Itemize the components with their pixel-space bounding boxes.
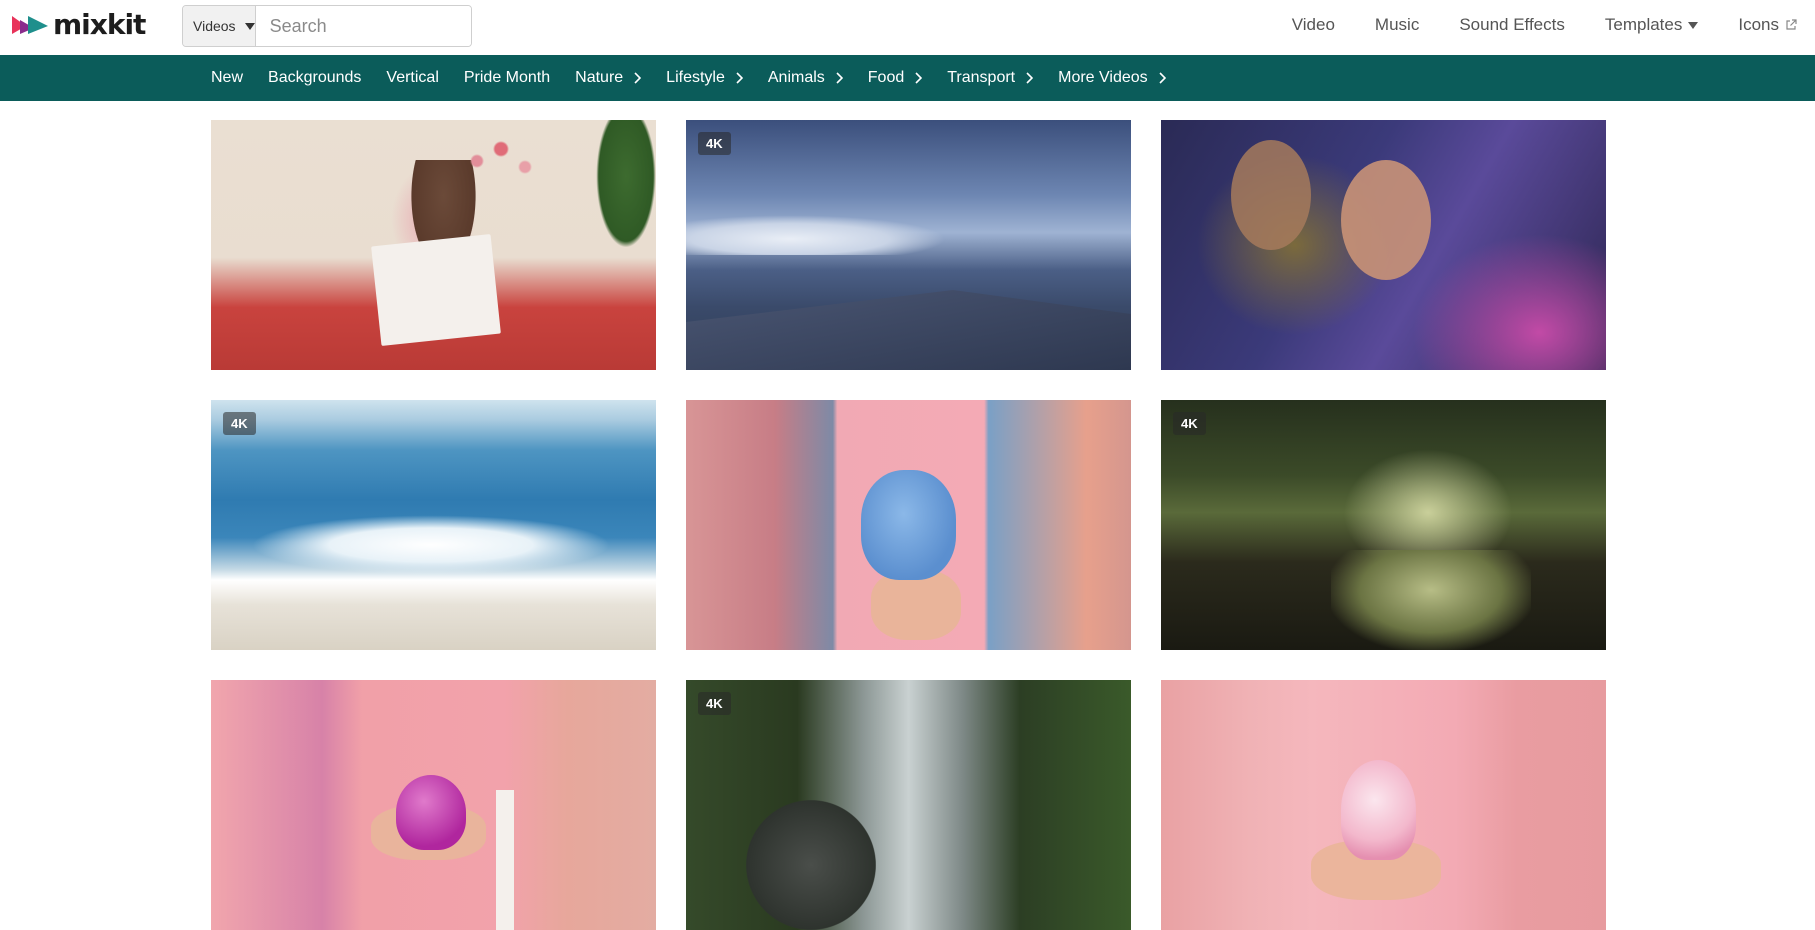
topnav-music[interactable]: Music (1375, 15, 1419, 35)
topnav-video-label: Video (1291, 15, 1335, 34)
topnav-music-label: Music (1374, 15, 1420, 34)
4k-badge: 4K (1173, 412, 1206, 435)
logo-text: mixkit (53, 8, 146, 41)
topnav-icons-label: Icons (1738, 15, 1779, 34)
category-label: Transport (947, 69, 1016, 86)
topnav-video[interactable]: Video (1292, 15, 1335, 35)
4k-badge: 4K (698, 692, 731, 715)
category-label: Animals (767, 69, 825, 86)
category-label: More Videos (1058, 69, 1148, 86)
chevron-right-icon (736, 72, 743, 84)
topnav-icons[interactable]: Icons (1738, 15, 1797, 35)
category-label: New (211, 69, 244, 86)
category-transport[interactable]: Transport (947, 69, 1034, 87)
top-navigation: Video Music Sound Effects Templates Icon… (1252, 0, 1797, 50)
topnav-sound-effects[interactable]: Sound Effects (1459, 15, 1565, 35)
logo-mark-icon (12, 16, 48, 34)
category-label: Backgrounds (268, 69, 362, 86)
caret-down-icon (1688, 21, 1699, 29)
category-food[interactable]: Food (867, 69, 923, 87)
video-card[interactable]: 4K (686, 680, 1131, 930)
video-card[interactable]: 4K (211, 400, 656, 650)
video-thumbnail (211, 400, 656, 650)
category-bar: New Backgrounds Vertical Pride Month Nat… (0, 55, 1815, 101)
video-card[interactable]: 4K (1161, 400, 1606, 650)
category-label: Pride Month (463, 69, 551, 86)
4k-badge: 4K (223, 412, 256, 435)
topnav-sound-effects-label: Sound Effects (1459, 15, 1565, 34)
video-card[interactable] (1161, 120, 1606, 370)
search-input[interactable] (255, 6, 471, 46)
category-new[interactable]: New (211, 69, 243, 87)
video-card[interactable] (211, 680, 656, 930)
caret-down-icon (244, 22, 255, 30)
chevron-right-icon (1159, 72, 1166, 84)
topnav-templates-label: Templates (1604, 15, 1683, 34)
video-thumbnail (686, 120, 1131, 370)
category-label: Nature (575, 69, 624, 86)
video-thumbnail (211, 680, 656, 930)
4k-badge: 4K (698, 132, 731, 155)
category-label: Lifestyle (666, 69, 725, 86)
external-link-icon (1786, 19, 1797, 30)
video-card[interactable]: 4K (686, 120, 1131, 370)
video-thumbnail (1161, 680, 1606, 930)
video-thumbnail (686, 400, 1131, 650)
chevron-right-icon (1026, 72, 1034, 84)
topnav-templates[interactable]: Templates (1604, 15, 1699, 35)
video-thumbnail (1161, 400, 1606, 650)
category-lifestyle[interactable]: Lifestyle (666, 69, 743, 87)
category-label: Vertical (386, 69, 439, 86)
video-card[interactable] (686, 400, 1131, 650)
video-thumbnail (211, 120, 656, 370)
category-more-videos[interactable]: More Videos (1058, 69, 1166, 87)
chevron-right-icon (634, 72, 642, 84)
category-pride-month[interactable]: Pride Month (464, 69, 550, 87)
video-thumbnail (686, 680, 1131, 930)
category-backgrounds[interactable]: Backgrounds (268, 69, 361, 87)
video-grid: 4K 4K 4K 4K (211, 120, 1607, 930)
search-bar: Videos (182, 5, 472, 47)
mixkit-logo[interactable]: mixkit (12, 8, 146, 42)
category-animals[interactable]: Animals (768, 69, 843, 87)
category-vertical[interactable]: Vertical (386, 69, 438, 87)
video-card[interactable] (1161, 680, 1606, 930)
video-thumbnail (1161, 120, 1606, 370)
chevron-right-icon (836, 72, 843, 84)
search-category-select[interactable]: Videos (183, 6, 256, 46)
top-header: mixkit Videos Video Music Sound Effects … (0, 0, 1815, 55)
search-category-label: Videos (193, 18, 236, 34)
category-list: New Backgrounds Vertical Pride Month Nat… (211, 55, 1191, 101)
chevron-right-icon (915, 72, 923, 84)
category-label: Food (867, 69, 905, 86)
video-card[interactable] (211, 120, 656, 370)
category-nature[interactable]: Nature (575, 69, 642, 87)
